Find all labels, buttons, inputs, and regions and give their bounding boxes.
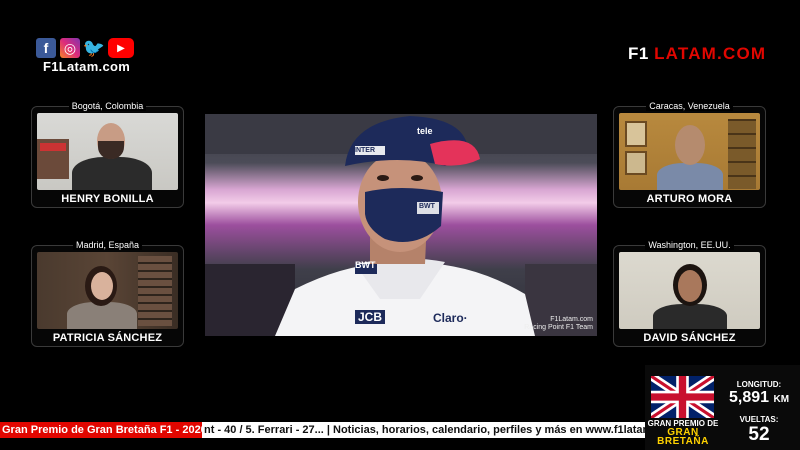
twitter-icon[interactable]: 🐦 (83, 38, 105, 58)
cap-logo-text: INTER (354, 147, 375, 154)
person-head (91, 272, 113, 300)
mask-logo-text: BWT (419, 203, 435, 210)
right-eye (411, 175, 423, 181)
laps-label: VUELTAS: (739, 415, 779, 424)
picture-frame (625, 151, 647, 175)
shelf (728, 119, 756, 189)
video-feed (619, 252, 760, 329)
bookshelf (138, 256, 172, 326)
length-number: 5,891 (728, 389, 770, 406)
participant-panel-washington: Washington, EE.UU. DAVID SÁNCHEZ (613, 240, 766, 347)
main-video: BWT INTER tele BWT JCB Claro· F1Latam.co… (205, 114, 597, 336)
person-body (67, 302, 137, 329)
site-url: F1Latam.com (43, 59, 131, 74)
panel-name: HENRY BONILLA (61, 193, 154, 205)
facebook-icon[interactable]: f (36, 38, 56, 58)
social-links: f ◎ 🐦 ▶ (36, 38, 134, 58)
youtube-icon[interactable]: ▶ (108, 38, 134, 58)
laps-value: 52 (748, 424, 770, 445)
person-head (678, 270, 702, 302)
panel-location: Washington, EE.UU. (645, 240, 734, 250)
panel-location: Bogotá, Colombia (68, 101, 147, 111)
ticker-lead: Gran Premio de Gran Bretaña F1 - 2020: (0, 422, 202, 438)
person-head (675, 125, 705, 165)
participant-panel-bogota: Bogotá, Colombia HENRY BONILLA (31, 101, 184, 208)
panel-name: PATRICIA SÁNCHEZ (52, 332, 163, 344)
length-label: LONGITUD: (736, 380, 782, 389)
participant-panel-caracas: Caracas, Venezuela ARTURO MORA (613, 101, 766, 208)
book (40, 143, 66, 151)
credit-line-2: Racing Point F1 Team (524, 324, 593, 331)
video-credit: F1Latam.com Racing Point F1 Team (524, 316, 593, 332)
grand-prix-label: GRAN PREMIO DE GRAN BRETAÑA (645, 419, 721, 447)
video-feed (619, 113, 760, 190)
cap-brand-text: tele (417, 126, 433, 136)
collar-logo: BWT (355, 260, 376, 270)
picture-frame (625, 121, 647, 147)
panel-name: ARTURO MORA (646, 193, 733, 205)
logo-latam: LATAM.COM (654, 44, 767, 63)
panel-location: Madrid, España (72, 240, 143, 250)
instagram-icon[interactable]: ◎ (60, 38, 80, 58)
person-body (653, 304, 727, 329)
person-body (657, 163, 723, 190)
ticker-text: nt - 40 / 5. Ferrari - 27... | Noticias,… (204, 424, 645, 436)
news-ticker: Gran Premio de Gran Bretaña F1 - 2020:nt… (0, 422, 645, 438)
video-feed (37, 252, 178, 329)
uk-flag-icon (651, 376, 714, 418)
logo-f1: F1 (628, 44, 649, 63)
length-unit: KM (773, 394, 790, 405)
credit-line-1: F1Latam.com (550, 316, 593, 323)
gp-line-3: BRETAÑA (657, 436, 709, 447)
panel-name: DAVID SÁNCHEZ (643, 332, 736, 344)
driver-illustration (205, 114, 597, 336)
video-feed (37, 113, 178, 190)
person-body (72, 157, 152, 190)
length-value: 5,891 KM (728, 389, 790, 407)
participant-panel-madrid: Madrid, España PATRICIA SÁNCHEZ (31, 240, 184, 347)
suit-sponsor-left: JCB (355, 310, 386, 324)
suit-sponsor-right: Claro· (433, 311, 468, 325)
panel-location: Caracas, Venezuela (646, 101, 733, 111)
left-eye (377, 175, 389, 181)
brand-logo: F1 LATAM.COM (628, 44, 766, 64)
